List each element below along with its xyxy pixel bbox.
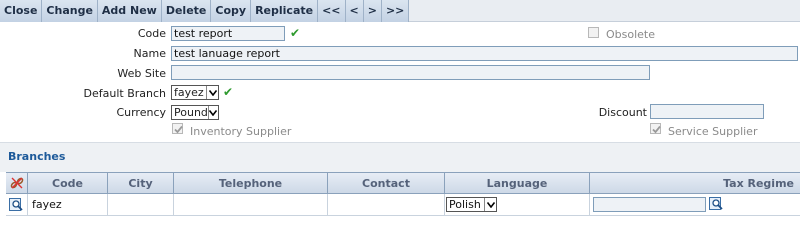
row-contact xyxy=(328,194,445,216)
discount-field[interactable] xyxy=(650,104,764,119)
grid-header-icon-cell xyxy=(6,173,28,194)
column-header-telephone[interactable]: Telephone xyxy=(174,173,328,194)
row-city xyxy=(108,194,174,216)
table-row: fayez Polish xyxy=(6,194,800,216)
previous-record-button[interactable]: < xyxy=(346,0,364,22)
magnifier-icon[interactable] xyxy=(709,197,724,219)
default-branch-select[interactable]: fayez xyxy=(171,85,219,100)
column-header-language[interactable]: Language xyxy=(445,173,590,194)
language-select[interactable]: Polish xyxy=(446,197,497,212)
grid-header-row: Code City Telephone Contact Language Tax… xyxy=(6,173,800,194)
copy-button[interactable]: Copy xyxy=(211,0,252,22)
next-record-button[interactable]: > xyxy=(364,0,382,22)
column-header-code[interactable]: Code xyxy=(28,173,108,194)
language-value: Polish xyxy=(449,198,481,211)
row-open-cell xyxy=(6,194,28,216)
check-icon: ✔ xyxy=(290,26,301,40)
row-code: fayez xyxy=(28,194,108,216)
currency-value: Pound xyxy=(174,106,208,119)
inventory-supplier-checkbox[interactable] xyxy=(172,123,183,134)
last-record-button[interactable]: >> xyxy=(382,0,408,22)
row-language-cell: Polish xyxy=(445,194,590,216)
delete-button[interactable]: Delete xyxy=(162,0,212,22)
website-field[interactable] xyxy=(171,65,650,80)
inventory-supplier-label: Inventory Supplier xyxy=(190,125,292,138)
close-button[interactable]: Close xyxy=(0,0,43,22)
website-label: Web Site xyxy=(117,67,166,80)
currency-select[interactable]: Pound xyxy=(171,105,219,120)
obsolete-label: Obsolete xyxy=(606,28,656,41)
check-icon: ✔ xyxy=(223,85,234,99)
branches-title: Branches xyxy=(8,150,66,163)
column-header-city[interactable]: City xyxy=(108,173,174,194)
default-branch-label: Default Branch xyxy=(83,87,167,100)
row-telephone xyxy=(174,194,328,216)
toolbar: Close Change Add New Delete Copy Replica… xyxy=(0,0,800,22)
add-new-button[interactable]: Add New xyxy=(98,0,162,22)
chevron-down-icon xyxy=(206,86,218,99)
code-label: Code xyxy=(137,27,166,40)
row-tax-regime-cell xyxy=(590,194,800,216)
column-header-contact[interactable]: Contact xyxy=(328,173,445,194)
chevron-down-icon xyxy=(207,106,218,119)
tax-regime-field[interactable] xyxy=(593,197,706,212)
change-button[interactable]: Change xyxy=(42,0,98,22)
obsolete-checkbox[interactable] xyxy=(588,27,599,38)
name-label: Name xyxy=(133,47,166,60)
discount-label: Discount xyxy=(598,106,647,119)
branches-section-header: Branches xyxy=(0,142,800,172)
name-field[interactable]: test lanuage report xyxy=(171,46,798,61)
default-branch-value: fayez xyxy=(174,86,204,99)
toolbar-button-group: Close Change Add New Delete Copy Replica… xyxy=(0,0,410,22)
column-header-tax-regime[interactable]: Tax Regime xyxy=(590,173,800,194)
magnifier-icon[interactable] xyxy=(9,198,24,220)
code-field[interactable]: test report xyxy=(171,26,285,41)
branches-grid: Code City Telephone Contact Language Tax… xyxy=(6,172,800,216)
chevron-down-icon xyxy=(484,198,496,211)
replicate-button[interactable]: Replicate xyxy=(251,0,319,22)
service-supplier-label: Service Supplier xyxy=(668,125,758,138)
currency-label: Currency xyxy=(116,106,166,119)
supplier-form: Code test report ✔ Obsolete Name test la… xyxy=(0,22,800,142)
first-record-button[interactable]: << xyxy=(318,0,346,22)
service-supplier-checkbox[interactable] xyxy=(650,123,661,134)
